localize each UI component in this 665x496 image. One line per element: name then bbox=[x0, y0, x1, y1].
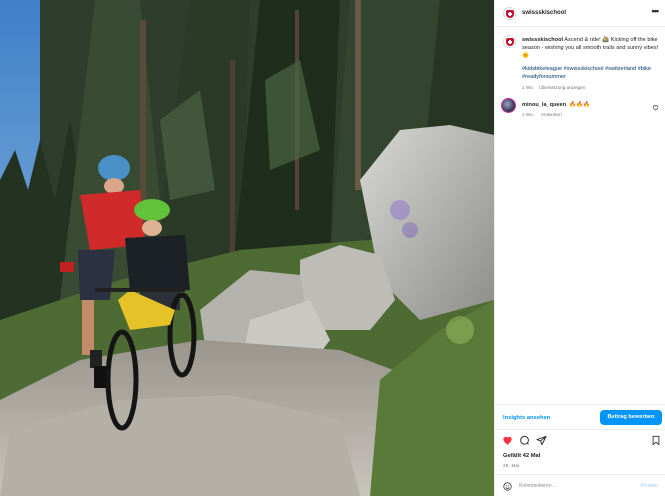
comment-age: 1 Wo. bbox=[522, 112, 534, 117]
action-bar bbox=[495, 431, 665, 451]
caption-avatar[interactable] bbox=[503, 35, 516, 48]
comment-input[interactable] bbox=[519, 480, 629, 492]
post-details-panel: swissskischool ••• swissskischool Ascend… bbox=[494, 0, 665, 496]
reply-link[interactable]: Antworten bbox=[541, 112, 562, 117]
mountain-bike-trail-image bbox=[0, 0, 494, 496]
author-username[interactable]: swissskischool bbox=[522, 10, 566, 16]
add-comment-bar: Posten bbox=[495, 474, 665, 496]
hashtags[interactable]: #kidsbikeleague #swissskischool #switzer… bbox=[522, 65, 663, 81]
post-header: swissskischool ••• bbox=[495, 0, 665, 27]
likes-count[interactable]: Gefällt 42 Mal bbox=[503, 453, 540, 459]
heart-filled-icon[interactable] bbox=[502, 435, 513, 446]
swiss-cross-logo-icon bbox=[506, 10, 514, 18]
emoji-icon[interactable] bbox=[503, 482, 512, 491]
commenter-username[interactable]: minou_la_queen bbox=[522, 102, 566, 108]
view-insights-link[interactable]: Insights ansehen bbox=[503, 415, 550, 421]
caption-age: 1 Wo. bbox=[522, 85, 534, 90]
comment-like-icon[interactable] bbox=[652, 104, 659, 111]
post-date: 28. Mai bbox=[503, 463, 520, 468]
boost-post-button[interactable]: Beitrag bewerben bbox=[600, 410, 662, 425]
author-avatar[interactable] bbox=[503, 7, 516, 20]
commenter-avatar[interactable] bbox=[501, 98, 516, 113]
comment-body: 🔥🔥🔥 bbox=[569, 102, 591, 108]
comment-icon[interactable] bbox=[519, 435, 530, 446]
caption-meta: 1 Wo. Übersetzung anzeigen bbox=[522, 85, 589, 90]
insights-bar: Insights ansehen Beitrag bewerben bbox=[495, 404, 665, 430]
caption-author[interactable]: swissskischool bbox=[522, 37, 563, 43]
share-icon[interactable] bbox=[536, 435, 547, 446]
comment-meta: 1 Wo. Antworten bbox=[522, 112, 568, 117]
comment-text: minou_la_queen 🔥🔥🔥 bbox=[522, 102, 590, 108]
bookmark-icon[interactable] bbox=[651, 435, 661, 446]
post-comment-button[interactable]: Posten bbox=[641, 483, 658, 489]
see-translation-link[interactable]: Übersetzung anzeigen bbox=[539, 85, 585, 90]
post-photo bbox=[0, 0, 494, 496]
caption-text: swissskischool Ascend & ride! 🚵 Kicking … bbox=[522, 36, 663, 60]
more-options-icon[interactable]: ••• bbox=[652, 7, 660, 16]
swiss-cross-logo-icon bbox=[506, 38, 514, 46]
